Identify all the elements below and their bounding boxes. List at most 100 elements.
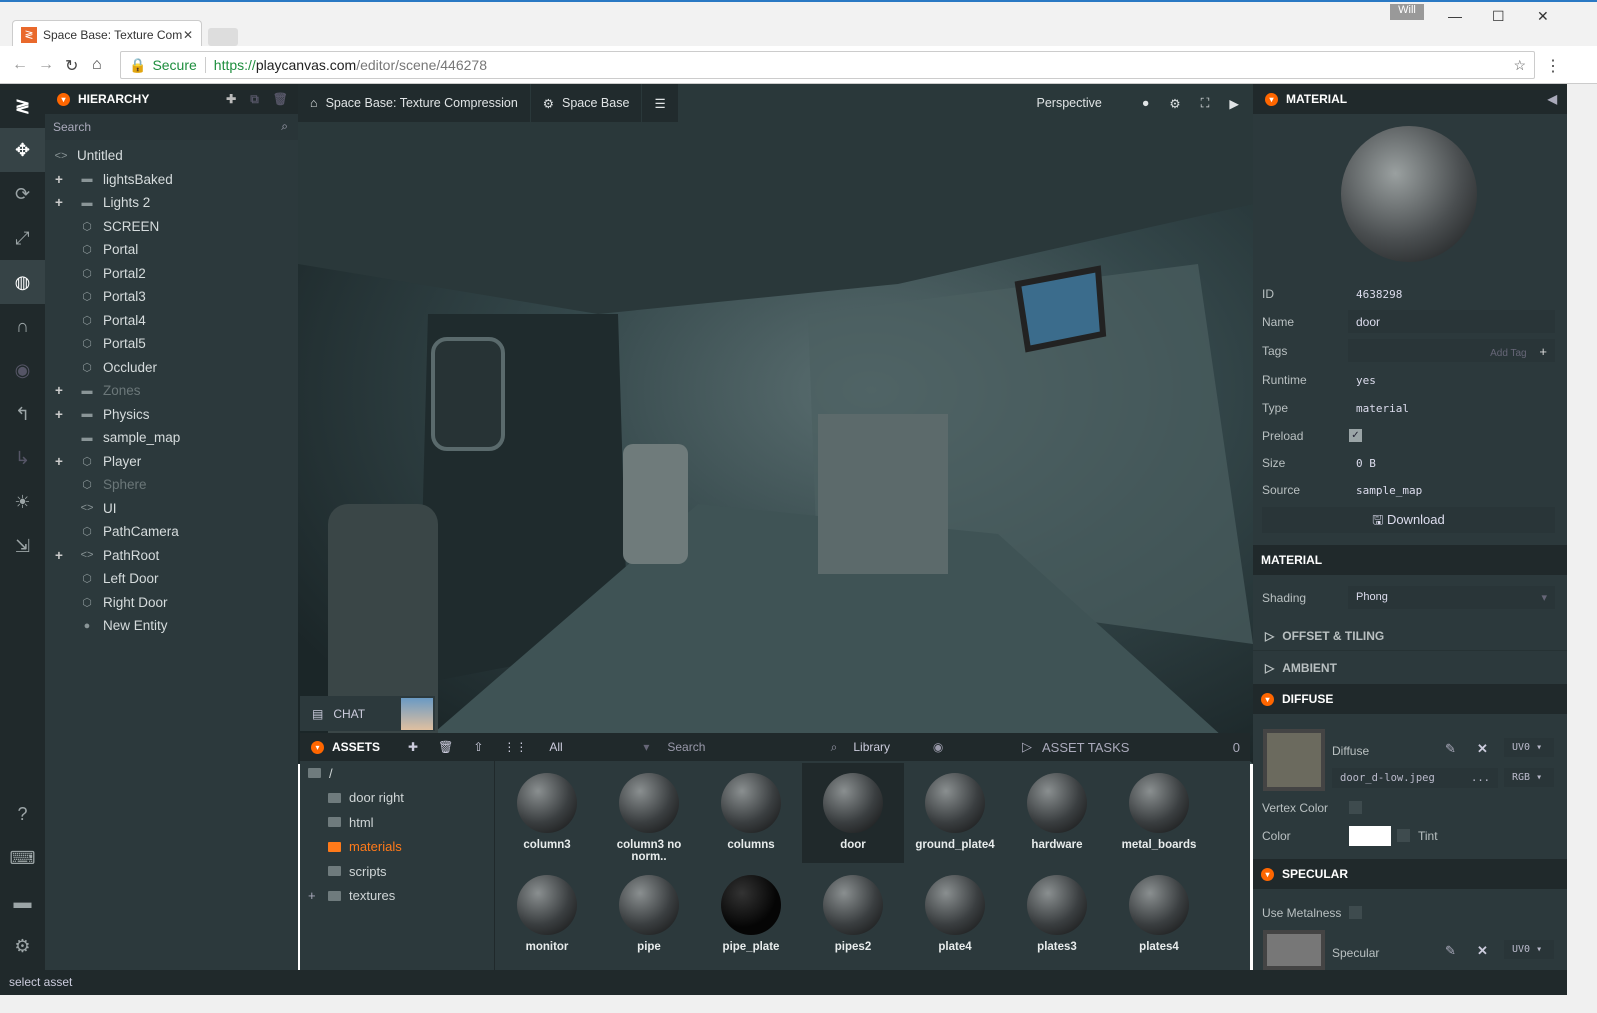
redo-icon[interactable]: ↳ xyxy=(0,436,45,480)
folder-item[interactable]: door right xyxy=(300,786,494,811)
edit-texture-icon[interactable]: ✎ xyxy=(1445,741,1456,757)
magnet-snap-icon[interactable]: ∩ xyxy=(0,304,45,348)
user-avatar[interactable] xyxy=(401,697,433,730)
hierarchy-search-input[interactable]: Search ⌕ xyxy=(45,114,298,140)
hierarchy-item[interactable]: + <> PathRoot xyxy=(45,544,298,568)
hierarchy-item[interactable]: ⬡ Portal5 xyxy=(45,332,298,356)
viewport-settings-icon[interactable]: ⚙ xyxy=(1169,96,1180,111)
folder-item[interactable]: / xyxy=(300,761,494,786)
collapse-icon[interactable]: ▾ xyxy=(57,92,70,106)
camera-icon[interactable]: ● xyxy=(1142,96,1150,110)
specular-texture-thumbnail[interactable] xyxy=(1263,930,1325,970)
asset-item[interactable]: pipe xyxy=(598,865,700,965)
expand-icon[interactable]: + xyxy=(55,548,63,563)
asset-item[interactable]: hardware xyxy=(1006,763,1108,863)
close-tab-icon[interactable]: ✕ xyxy=(183,28,193,42)
collapse-panel-icon[interactable]: ◀ xyxy=(1548,92,1557,106)
keyboard-icon[interactable]: ⌨ xyxy=(0,836,45,880)
hierarchy-item[interactable]: ⬡ SCREEN xyxy=(45,215,298,239)
hierarchy-item[interactable]: + ▬ Zones xyxy=(45,379,298,403)
project-button[interactable]: ⌂ Space Base: Texture Compression xyxy=(298,84,530,122)
asset-item[interactable]: door xyxy=(802,763,904,863)
duplicate-icon[interactable]: ⧉ xyxy=(250,92,259,107)
launch-play-icon[interactable]: ▶ xyxy=(1229,96,1239,111)
back-icon[interactable]: ← xyxy=(12,56,28,74)
browser-tab[interactable]: ≷ Space Base: Texture Com ✕ xyxy=(12,20,202,48)
playcanvas-logo-icon[interactable]: ≷ xyxy=(0,84,45,128)
expand-icon[interactable]: + xyxy=(55,383,63,398)
asset-item[interactable]: plates3 xyxy=(1006,865,1108,965)
tags-input[interactable]: Add Tag + xyxy=(1348,339,1555,362)
diffuse-section-header[interactable]: ▾ DIFFUSE xyxy=(1253,684,1567,714)
diffuse-texture-field[interactable]: door_d-low.jpeg... xyxy=(1332,768,1498,788)
hierarchy-item[interactable]: <> Untitled xyxy=(45,144,298,168)
name-field[interactable]: door xyxy=(1348,310,1555,333)
hierarchy-item[interactable]: ⬡ PathCamera xyxy=(45,520,298,544)
expand-icon[interactable]: + xyxy=(55,195,63,210)
camera-select[interactable]: Perspective xyxy=(1037,96,1102,110)
hierarchy-item[interactable]: + ▬ lightsBaked xyxy=(45,168,298,192)
help-icon[interactable]: ? xyxy=(0,792,45,836)
chat-widget[interactable]: ▤ CHAT xyxy=(300,696,435,731)
add-tag-icon[interactable]: + xyxy=(1539,344,1547,359)
folder-item[interactable]: + textures xyxy=(300,884,494,909)
hierarchy-item[interactable]: + ⬡ Player xyxy=(45,450,298,474)
upload-icon[interactable]: ⇧ xyxy=(473,740,483,754)
asset-item[interactable]: columns xyxy=(700,763,802,863)
scene-settings-button[interactable]: ⚙ Space Base xyxy=(530,84,642,122)
preload-checkbox[interactable]: ✓ xyxy=(1349,429,1362,442)
hierarchy-item[interactable]: ⬡ Left Door xyxy=(45,567,298,591)
hierarchy-item[interactable]: ⬡ Portal2 xyxy=(45,262,298,286)
asset-item[interactable]: column3 xyxy=(496,763,598,863)
asset-filter-select[interactable]: All ▾ xyxy=(549,740,649,754)
delete-asset-icon[interactable]: 🗑 xyxy=(438,740,453,754)
maximize-icon[interactable]: ☐ xyxy=(1492,8,1505,25)
edit-texture-icon[interactable]: ✎ xyxy=(1445,943,1456,959)
home-icon[interactable]: ⌂ xyxy=(92,56,102,74)
folder-item[interactable]: scripts xyxy=(300,859,494,884)
asset-item[interactable]: pipes2 xyxy=(802,865,904,965)
asset-item[interactable]: pipe_plate xyxy=(700,865,802,965)
ambient-section[interactable]: ▷ AMBIENT xyxy=(1253,653,1567,683)
delete-icon[interactable]: 🗑 xyxy=(273,92,288,106)
hierarchy-item[interactable]: ⬡ Portal4 xyxy=(45,309,298,333)
hierarchy-item[interactable]: ⬡ Sphere xyxy=(45,473,298,497)
viewport-3d[interactable]: ⌂ Space Base: Texture Compression ⚙ Space … xyxy=(298,84,1253,764)
folder-item[interactable]: html xyxy=(300,810,494,835)
add-asset-icon[interactable]: ✚ xyxy=(408,740,418,754)
hierarchy-item[interactable]: ⬡ Occluder xyxy=(45,356,298,380)
publish-icon[interactable]: ⇲ xyxy=(0,524,45,568)
diffuse-uv-select[interactable]: UV0 ▾ xyxy=(1504,738,1554,757)
diffuse-texture-thumbnail[interactable] xyxy=(1263,729,1325,791)
vertex-color-checkbox[interactable] xyxy=(1349,801,1362,814)
new-tab-button[interactable] xyxy=(208,28,238,46)
specular-section-header[interactable]: ▾ SPECULAR xyxy=(1253,859,1567,889)
expand-icon[interactable]: + xyxy=(55,454,63,469)
reload-icon[interactable]: ↻ xyxy=(65,56,78,76)
asset-item[interactable]: plate4 xyxy=(904,865,1006,965)
hierarchy-item[interactable]: ⬡ Portal3 xyxy=(45,285,298,309)
asset-item[interactable]: plates4 xyxy=(1108,865,1210,965)
lightmapper-icon[interactable]: ☀ xyxy=(0,480,45,524)
chat-icon[interactable]: ▬ xyxy=(0,880,45,924)
remove-texture-icon[interactable]: ✕ xyxy=(1477,741,1488,757)
collapse-icon[interactable]: ▾ xyxy=(311,740,324,754)
source-value[interactable]: sample_map xyxy=(1356,484,1422,497)
grid-view-icon[interactable]: ⋮⋮ xyxy=(503,740,527,754)
expand-icon[interactable]: + xyxy=(55,172,63,187)
use-metalness-checkbox[interactable] xyxy=(1349,906,1362,919)
offset-tiling-section[interactable]: ▷ OFFSET & TILING xyxy=(1253,621,1567,651)
hierarchy-item[interactable]: <> UI xyxy=(45,497,298,521)
minimize-icon[interactable]: — xyxy=(1448,8,1462,24)
forward-icon[interactable]: → xyxy=(38,56,54,74)
asset-item[interactable]: metal_boards xyxy=(1108,763,1210,863)
hierarchy-item[interactable]: ● New Entity xyxy=(45,614,298,638)
expand-icon[interactable]: + xyxy=(308,888,316,903)
rotate-tool-icon[interactable]: ⟳ xyxy=(0,172,45,216)
settings-icon[interactable]: ⚙ xyxy=(0,924,45,968)
shading-select[interactable]: Phong ▾ xyxy=(1348,586,1555,609)
more-button[interactable]: ... xyxy=(1471,772,1490,784)
scale-tool-icon[interactable]: ⤢ xyxy=(0,216,45,260)
undo-icon[interactable]: ↰ xyxy=(0,392,45,436)
asset-item[interactable]: ground_plate4 xyxy=(904,763,1006,863)
